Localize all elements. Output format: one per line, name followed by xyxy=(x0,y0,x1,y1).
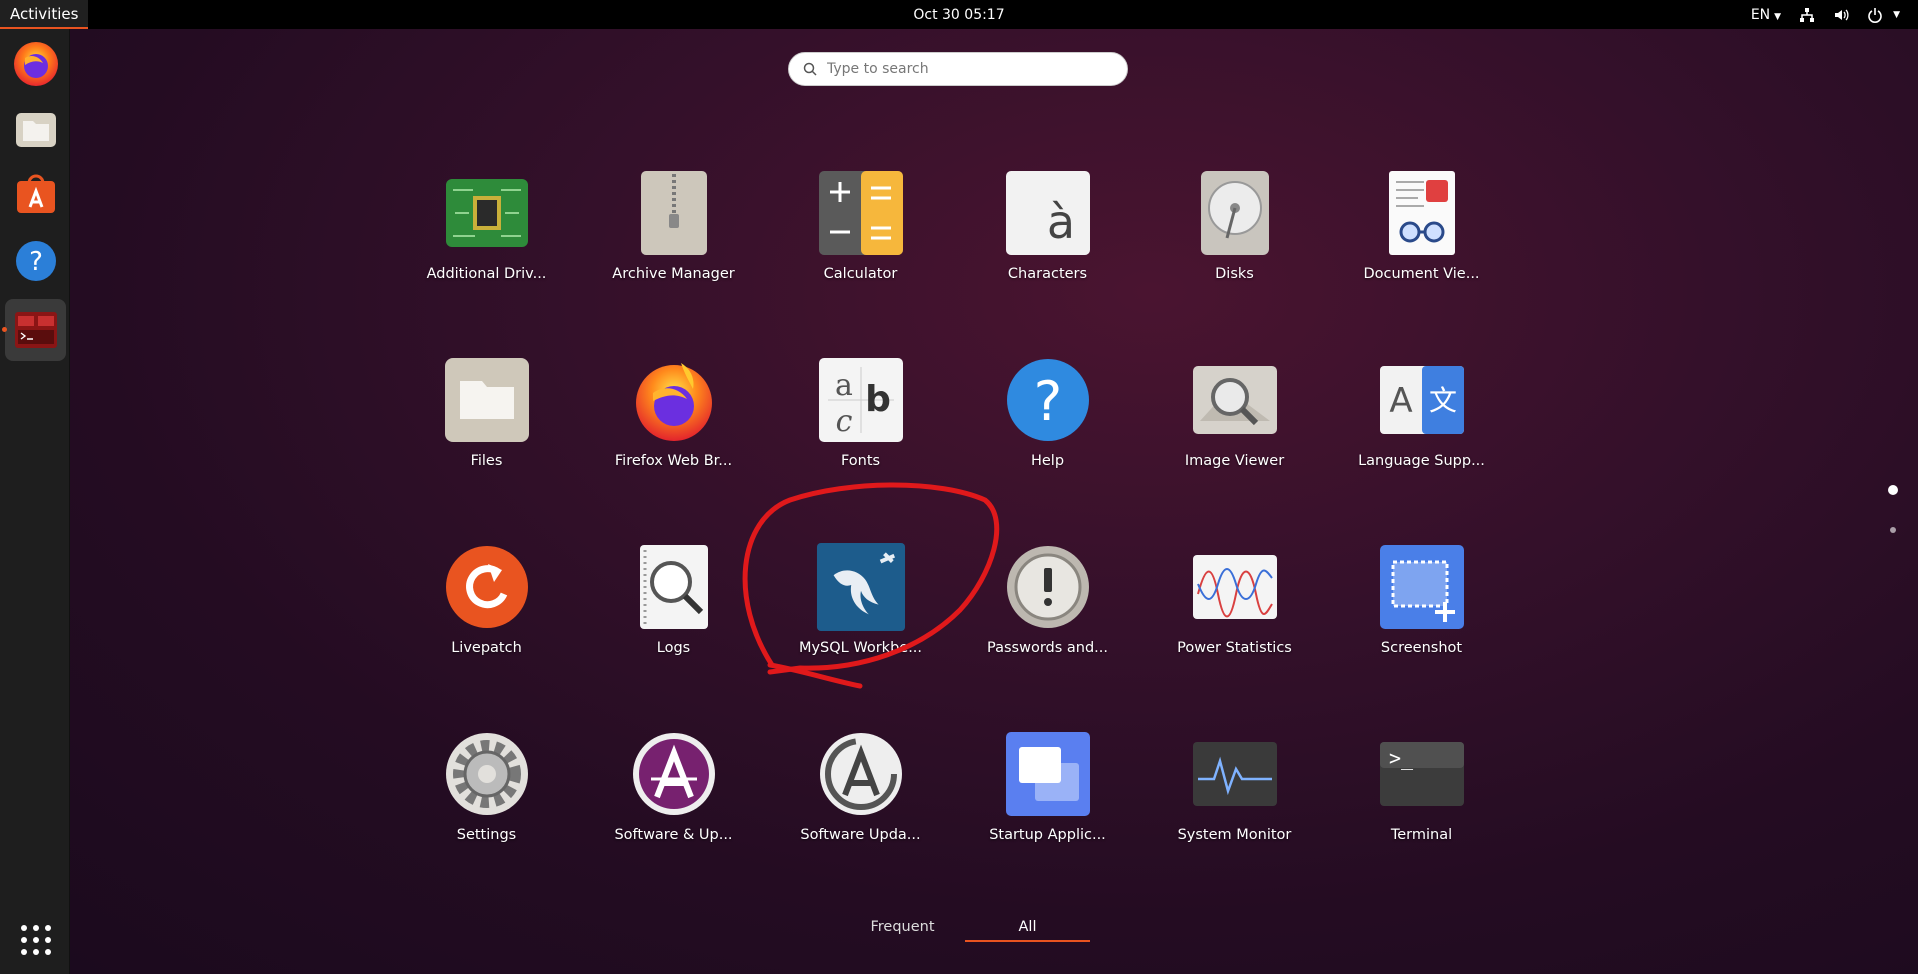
app-screenshot[interactable]: Screenshot xyxy=(1328,532,1515,719)
svg-text:>_: >_ xyxy=(1389,746,1414,770)
power-statistics-icon xyxy=(1192,555,1277,619)
chip-icon xyxy=(445,179,528,247)
calculator-icon xyxy=(818,171,903,255)
app-image-viewer[interactable]: Image Viewer xyxy=(1141,345,1328,532)
running-indicator xyxy=(2,327,7,332)
document-viewer-icon xyxy=(1388,171,1455,255)
terminal-icon: >_ xyxy=(1379,742,1464,806)
files-icon xyxy=(444,358,529,442)
app-grid: Additional Driv... Archive Manager Calcu… xyxy=(393,158,1515,906)
tab-frequent[interactable]: Frequent xyxy=(840,912,965,942)
dock-software-store[interactable] xyxy=(5,163,66,225)
logs-icon xyxy=(639,545,708,629)
gear-icon xyxy=(445,733,528,815)
app-fonts[interactable]: abc Fonts xyxy=(767,345,954,532)
power-icon xyxy=(1868,7,1882,23)
disks-icon xyxy=(1200,171,1269,255)
svg-text:?: ? xyxy=(29,247,43,277)
app-help[interactable]: ? Help xyxy=(954,345,1141,532)
app-startup-applications[interactable]: Startup Applic... xyxy=(954,719,1141,906)
app-software-and-updates[interactable]: Software & Up... xyxy=(580,719,767,906)
app-power-statistics[interactable]: Power Statistics xyxy=(1141,532,1328,719)
page-dot-2[interactable] xyxy=(1890,527,1896,533)
power-menu[interactable]: ▼ xyxy=(1867,7,1900,23)
svg-text:A: A xyxy=(1389,381,1412,421)
app-files[interactable]: Files xyxy=(393,345,580,532)
app-system-monitor[interactable]: System Monitor xyxy=(1141,719,1328,906)
language-indicator[interactable]: EN ▼ xyxy=(1751,7,1781,23)
dropdown-arrow-icon: ▼ xyxy=(1893,9,1900,20)
language-icon: A文 xyxy=(1379,366,1464,434)
system-monitor-icon xyxy=(1192,742,1277,806)
search-input[interactable] xyxy=(827,61,1127,77)
show-applications-button[interactable] xyxy=(5,909,66,971)
app-additional-drivers[interactable]: Additional Driv... xyxy=(393,158,580,345)
characters-icon: à xyxy=(1005,171,1090,255)
help-icon: ? xyxy=(15,241,56,281)
svg-text:文: 文 xyxy=(1428,384,1456,417)
app-document-viewer[interactable]: Document Vie... xyxy=(1328,158,1515,345)
software-store-icon xyxy=(16,174,55,213)
app-terminal[interactable]: >_ Terminal xyxy=(1328,719,1515,906)
system-tray: EN ▼ ▼ xyxy=(1751,7,1918,23)
help-icon: ? xyxy=(1006,359,1089,441)
startup-applications-icon xyxy=(1005,732,1090,816)
search-icon xyxy=(803,62,817,76)
app-characters[interactable]: à Characters xyxy=(954,158,1141,345)
livepatch-icon xyxy=(445,546,528,628)
passwords-icon xyxy=(1006,546,1089,628)
app-livepatch[interactable]: Livepatch xyxy=(393,532,580,719)
app-grid-icon xyxy=(20,925,51,955)
network-icon[interactable] xyxy=(1799,7,1815,23)
clock[interactable]: Oct 30 05:17 xyxy=(913,7,1004,23)
firefox-icon xyxy=(635,363,712,441)
fonts-icon: a bc xyxy=(818,358,903,442)
archive-icon xyxy=(640,171,707,255)
dock-files[interactable] xyxy=(5,99,66,161)
app-passwords-and-keys[interactable]: Passwords and... xyxy=(954,532,1141,719)
app-settings[interactable]: Settings xyxy=(393,719,580,906)
dropdown-arrow-icon: ▼ xyxy=(1774,11,1782,22)
firefox-icon xyxy=(13,42,58,86)
image-viewer-icon xyxy=(1192,366,1277,434)
files-icon xyxy=(15,113,56,147)
svg-text:à: à xyxy=(1046,195,1074,249)
workbench-icon xyxy=(14,312,57,348)
dock-help[interactable]: ? xyxy=(5,230,66,292)
tab-all[interactable]: All xyxy=(965,912,1090,942)
software-properties-icon xyxy=(632,733,715,815)
top-bar: Activities Oct 30 05:17 EN ▼ ▼ xyxy=(0,0,1918,29)
dock: ? xyxy=(0,29,70,974)
search-bar[interactable] xyxy=(788,52,1128,86)
mysql-workbench-icon xyxy=(816,542,905,632)
app-language-support[interactable]: A文 Language Supp... xyxy=(1328,345,1515,532)
screenshot-icon xyxy=(1379,545,1464,629)
software-updater-icon xyxy=(819,733,902,815)
activities-button[interactable]: Activities xyxy=(0,0,89,29)
svg-text:a: a xyxy=(835,368,853,403)
app-logs[interactable]: Logs xyxy=(580,532,767,719)
svg-text:c: c xyxy=(835,404,852,439)
view-switcher: Frequent All xyxy=(840,912,1090,942)
dock-firefox[interactable] xyxy=(5,32,66,94)
volume-icon[interactable] xyxy=(1833,7,1849,23)
app-disks[interactable]: Disks xyxy=(1141,158,1328,345)
svg-text:b: b xyxy=(865,379,891,420)
app-archive-manager[interactable]: Archive Manager xyxy=(580,158,767,345)
app-firefox[interactable]: Firefox Web Br... xyxy=(580,345,767,532)
app-software-updater[interactable]: Software Upda... xyxy=(767,719,954,906)
app-calculator[interactable]: Calculator xyxy=(767,158,954,345)
page-dot-1[interactable] xyxy=(1888,485,1898,495)
svg-text:?: ? xyxy=(1033,370,1062,433)
app-mysql-workbench[interactable]: MySQL Workbe... xyxy=(767,532,954,719)
dock-workbench[interactable] xyxy=(2,299,66,361)
